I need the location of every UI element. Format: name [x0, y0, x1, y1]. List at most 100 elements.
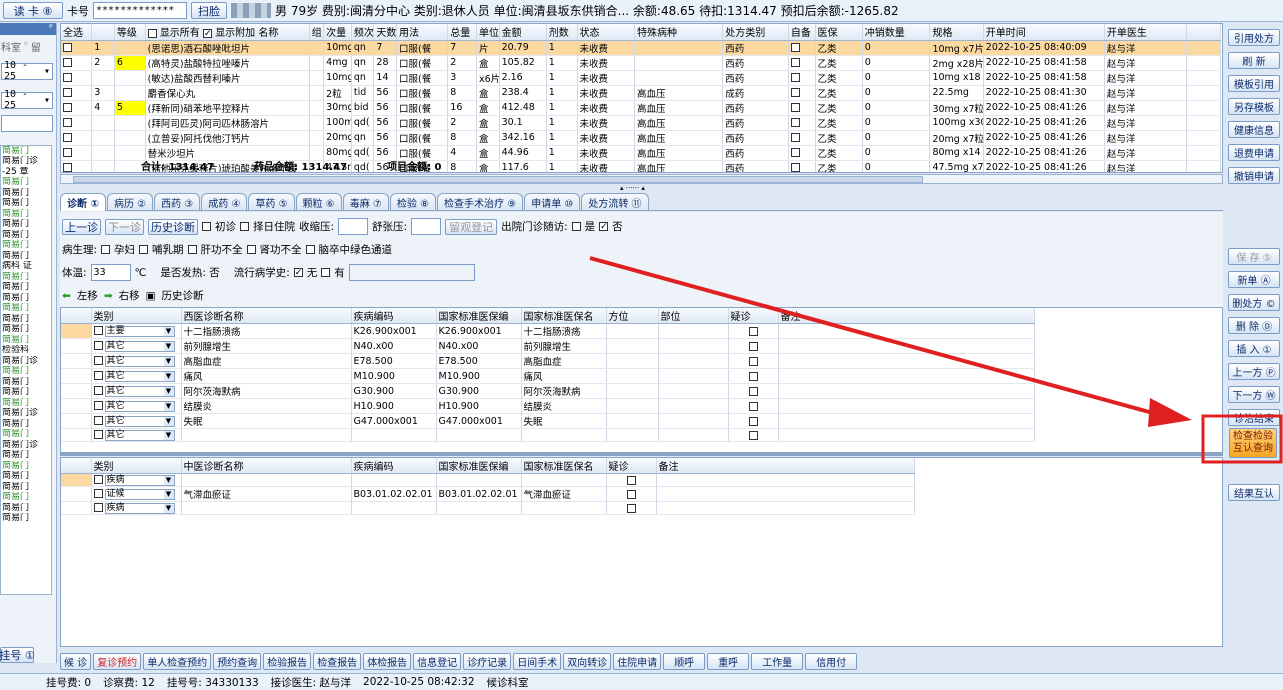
diag-row[interactable]: 证候 ▼ 气滞血瘀证 B03.01.02.02.01 B03.01.02.02.01 气滞… [61, 486, 915, 502]
suspected-checkbox[interactable] [748, 416, 758, 426]
first-visit-checkbox[interactable] [202, 222, 211, 231]
suspected-checkbox[interactable] [748, 386, 758, 396]
self-prepared-checkbox[interactable] [790, 88, 800, 97]
patient-list-item[interactable]: 病科 证 [1, 261, 51, 272]
suspected-checkbox[interactable] [748, 356, 758, 366]
stroke-green-channel-checkbox[interactable] [305, 245, 315, 254]
suspected-checkbox[interactable] [626, 475, 636, 485]
temperature-input[interactable]: 33 [90, 264, 131, 281]
right-mid-button-3[interactable]: 删 除 Ⓓ [1228, 317, 1280, 334]
observe-register-button[interactable]: 留观登记 [445, 218, 498, 235]
bottom-button-12[interactable]: 顺呼 [663, 652, 706, 670]
self-prepared-checkbox[interactable] [790, 133, 800, 142]
right-mid-button-7[interactable]: 诊治结束 [1228, 409, 1280, 426]
suspected-checkbox[interactable] [748, 430, 758, 440]
self-prepared-checkbox[interactable] [790, 103, 800, 112]
patient-list-item[interactable]: 简易门 [1, 419, 51, 430]
patient-list-item[interactable]: 简易门 [1, 251, 51, 262]
bottom-button-3[interactable]: 预约查询 [213, 652, 262, 670]
diag-row-checkbox[interactable] [93, 416, 103, 425]
rx-row-checkbox[interactable] [63, 133, 72, 142]
bottom-button-0[interactable]: 候 诊 [60, 652, 92, 670]
history-diagnosis-button[interactable]: 历史诊断 [148, 218, 198, 235]
rx-row-checkbox[interactable] [63, 103, 72, 112]
suspected-checkbox[interactable] [626, 489, 636, 499]
patient-list-item[interactable]: 简易门诊 [1, 156, 51, 167]
rx-row-checkbox[interactable] [63, 88, 72, 97]
history-diagnosis-link[interactable]: 历史诊断 [162, 288, 204, 303]
tab-2[interactable]: 西药 ③ [154, 193, 201, 210]
bottom-button-11[interactable]: 住院申请 [613, 652, 662, 670]
rx-row-checkbox[interactable] [63, 163, 72, 172]
self-prepared-checkbox[interactable] [790, 118, 800, 127]
diag-row-checkbox[interactable] [93, 503, 103, 512]
patient-list-item[interactable]: 简易门 [1, 335, 51, 346]
patient-list-item[interactable]: 简易门 [1, 387, 51, 398]
bottom-button-10[interactable]: 双向转诊 [563, 652, 612, 670]
bottom-button-8[interactable]: 诊疗记录 [463, 652, 512, 670]
rx-row[interactable]: 3 麝香保心丸 2粒 tid 56 口服(餐 8 盒 238.4 1 未收费 高血压 成药 乙类 0 22.5… [61, 85, 1222, 101]
right-mid-button-2[interactable]: 删处方 © [1228, 294, 1280, 311]
rx-horizontal-scrollbar[interactable] [60, 174, 1223, 184]
tab-0[interactable]: 诊断 ① [60, 193, 106, 211]
patient-list-item[interactable]: 简易门 [1, 209, 51, 220]
patient-list-item[interactable]: 简易门 [1, 482, 51, 493]
splitter[interactable]: ▴ ······ ▴ [60, 185, 1223, 192]
diag-type-select[interactable]: 其它 ▼ [104, 401, 175, 412]
diag-row[interactable]: 疾病 ▼ [61, 473, 915, 487]
bottom-button-13[interactable]: 重呼 [707, 652, 750, 670]
prev-visit-button[interactable]: 上一诊 [62, 218, 101, 235]
card-no-input[interactable]: ************* [93, 2, 187, 19]
patient-list-item[interactable]: 简易门 [1, 219, 51, 230]
show-all-checkbox[interactable] [147, 28, 157, 38]
bottom-button-4[interactable]: 检验报告 [263, 652, 312, 670]
epi-detail-input[interactable] [348, 264, 475, 281]
epi-have-checkbox[interactable] [321, 268, 331, 277]
diag-type-select[interactable]: 其它 ▼ [104, 430, 175, 441]
tab-5[interactable]: 颗粒 ⑥ [295, 193, 342, 210]
dept-radio[interactable]: 科室 [1, 39, 21, 54]
diag-type-select[interactable]: 证候 ▼ [104, 489, 175, 500]
patient-list-item[interactable]: 简易门 [1, 198, 51, 209]
choose-date-checkbox[interactable] [240, 222, 249, 231]
exam-mutual-recognition-button[interactable]: 检查检验互认查询 [1229, 428, 1277, 458]
diag-type-select[interactable]: 其它 ▼ [104, 341, 175, 352]
self-prepared-checkbox[interactable] [790, 58, 800, 67]
move-left-button[interactable]: 左移 [77, 288, 98, 303]
kidney-checkbox[interactable] [246, 245, 256, 254]
diag-row-checkbox[interactable] [93, 489, 103, 498]
right-mid-button-4[interactable]: 插 入 ① [1228, 340, 1280, 357]
suspected-checkbox[interactable] [748, 371, 758, 381]
right-top-button-5[interactable]: 退费申请 [1228, 144, 1280, 161]
right-top-button-2[interactable]: 模板引用 [1228, 75, 1280, 92]
patient-list-item[interactable]: 简易门诊 [1, 440, 51, 451]
bottom-button-6[interactable]: 体检报告 [363, 652, 412, 670]
diag-type-select[interactable]: 主要 ▼ [104, 326, 175, 337]
diag-row-checkbox[interactable] [93, 341, 103, 350]
diag-type-select[interactable]: 其它 ▼ [104, 416, 175, 427]
result-recognition-button[interactable]: 结果互认 [1228, 484, 1280, 501]
diag-row[interactable]: 其它 ▼ 前列腺增生 N40.x00 N40.x00 前列腺增生 [61, 338, 1035, 354]
panel-pin-icon[interactable]: ᵖ [0, 23, 56, 35]
read-card-button[interactable]: 读 卡 ⑧ [3, 2, 63, 19]
date-select-2[interactable]: 10 - 25 ▾ [1, 89, 53, 111]
patient-list-item[interactable]: 简易门 [1, 324, 51, 335]
tab-4[interactable]: 草药 ⑤ [248, 193, 295, 210]
patient-list-item[interactable]: 简易门 [1, 314, 51, 325]
diag-row-checkbox[interactable] [93, 401, 103, 410]
diag-type-select[interactable]: 其它 ▼ [104, 356, 175, 367]
right-mid-button-6[interactable]: 下一方 Ⓦ [1228, 386, 1280, 403]
suspected-checkbox[interactable] [748, 326, 758, 336]
patient-list-item[interactable]: 简易门 [1, 240, 51, 251]
patient-list-item[interactable]: 简易门 [1, 282, 51, 293]
self-prepared-checkbox[interactable] [790, 163, 800, 172]
right-top-button-4[interactable]: 健康信息 [1228, 121, 1280, 138]
patient-list-item[interactable]: 简易门 [1, 146, 51, 157]
rx-row[interactable]: (敏达)盐酸西替利嗪片 10mg qn 14 口服(餐 3 x6片 2.16 1 未收费 西药 乙类 0… [61, 70, 1222, 86]
followup-yes-checkbox[interactable] [571, 222, 581, 231]
tab-6[interactable]: 毒麻 ⑦ [342, 193, 389, 210]
suspected-checkbox[interactable] [748, 401, 758, 411]
diag-type-select[interactable]: 其它 ▼ [104, 371, 175, 382]
diag-row[interactable]: 其它 ▼ 失眠 G47.000x001 G47.000x001 失眠 [61, 413, 1035, 429]
followup-no-checkbox[interactable] [599, 222, 609, 231]
